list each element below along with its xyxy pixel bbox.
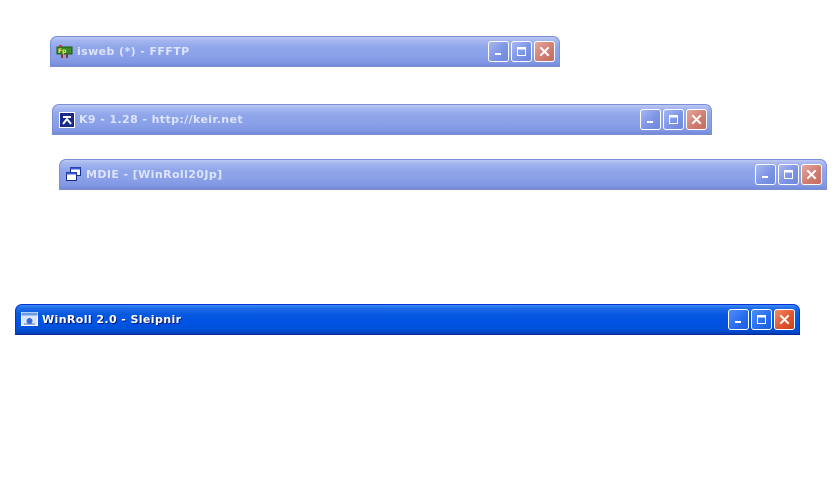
- mdie-icon: [65, 166, 82, 183]
- minimize-icon: [735, 321, 741, 323]
- window-titlebar-k9[interactable]: K9 - 1.28 - http://keir.net: [52, 104, 712, 135]
- window-controls: [755, 164, 822, 185]
- close-button[interactable]: [534, 41, 555, 62]
- window-controls: [640, 109, 707, 130]
- window-titlebar-sleipnir[interactable]: WinRoll 2.0 - Sleipnir: [15, 304, 800, 335]
- window-titlebar-mdie[interactable]: MDIE - [WinRoll20Jp]: [59, 159, 827, 190]
- close-icon: [806, 169, 817, 180]
- minimize-icon: [495, 53, 501, 55]
- svg-text:Fp: Fp: [58, 48, 67, 55]
- minimize-icon: [647, 121, 653, 123]
- window-titlebar-ffftp[interactable]: Fp isweb (*) - FFFTP: [50, 36, 560, 67]
- desktop: Fp isweb (*) - FFFTP K9 - 1.28 - http://…: [0, 0, 835, 486]
- window-controls: [488, 41, 555, 62]
- window-title: isweb (*) - FFFTP: [77, 45, 190, 58]
- minimize-button[interactable]: [640, 109, 661, 130]
- close-button[interactable]: [774, 309, 795, 330]
- sleipnir-icon: [21, 311, 38, 328]
- close-button[interactable]: [801, 164, 822, 185]
- window-title: MDIE - [WinRoll20Jp]: [86, 168, 223, 181]
- ffftp-icon: Fp: [56, 43, 73, 60]
- maximize-button[interactable]: [751, 309, 772, 330]
- close-icon: [539, 46, 550, 57]
- window-title: WinRoll 2.0 - Sleipnir: [42, 313, 182, 326]
- minimize-button[interactable]: [755, 164, 776, 185]
- close-icon: [691, 114, 702, 125]
- maximize-button[interactable]: [778, 164, 799, 185]
- minimize-icon: [762, 176, 768, 178]
- maximize-icon: [784, 170, 793, 179]
- maximize-icon: [669, 115, 678, 124]
- close-icon: [779, 314, 790, 325]
- maximize-button[interactable]: [511, 41, 532, 62]
- maximize-button[interactable]: [663, 109, 684, 130]
- minimize-button[interactable]: [728, 309, 749, 330]
- close-button[interactable]: [686, 109, 707, 130]
- window-title: K9 - 1.28 - http://keir.net: [79, 113, 244, 126]
- window-controls: [728, 309, 795, 330]
- minimize-button[interactable]: [488, 41, 509, 62]
- maximize-icon: [757, 315, 766, 324]
- k9-icon: [58, 111, 75, 128]
- maximize-icon: [517, 47, 526, 56]
